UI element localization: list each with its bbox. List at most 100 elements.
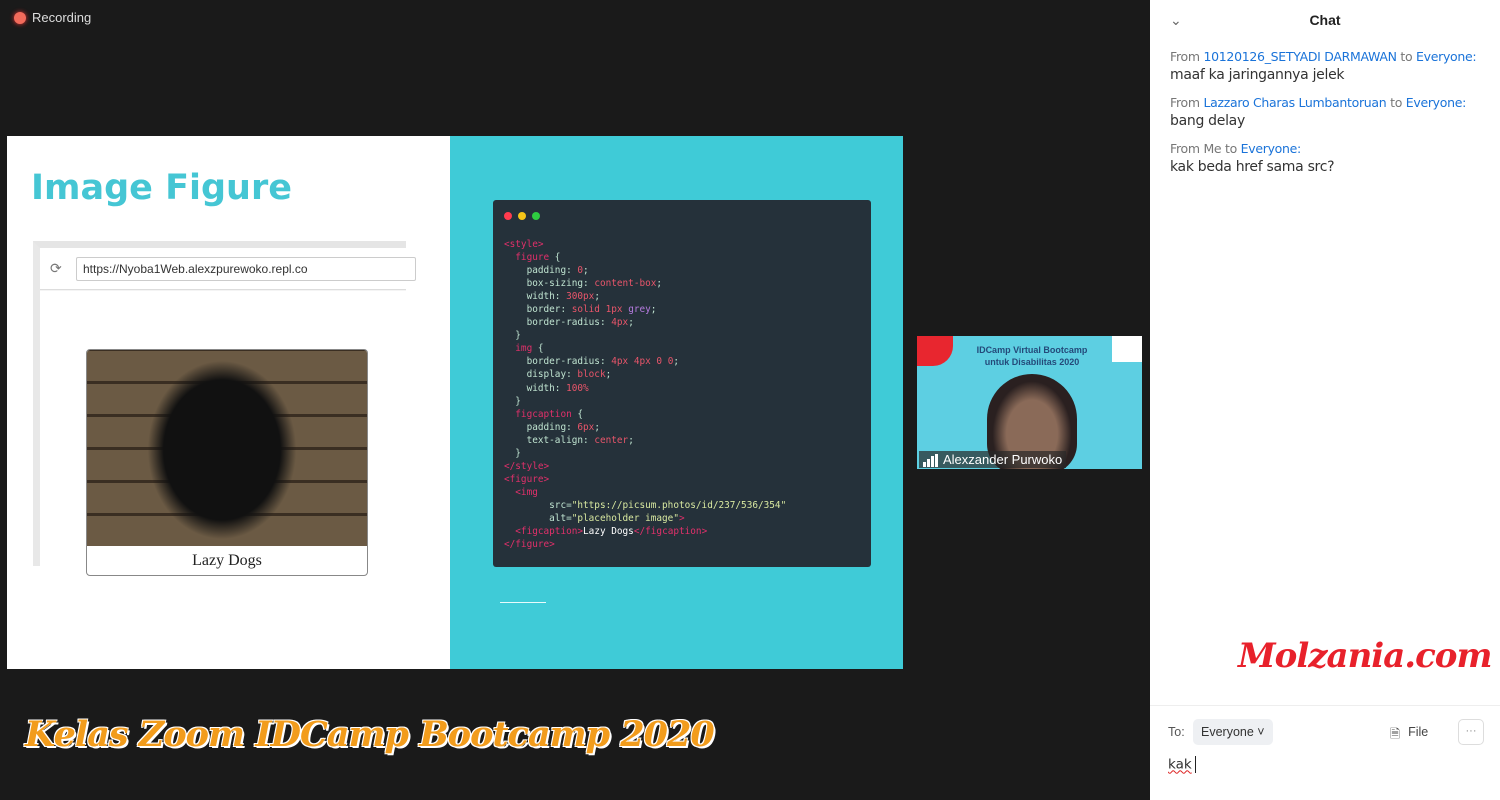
video-overlay-box [1112, 336, 1142, 362]
url-field: https://Nyoba1Web.alexzpurewoko.repl.co [76, 257, 416, 281]
idcamp-logo [917, 336, 953, 366]
chat-compose: To: Everyone ˅ 🗎 File ··· kak [1150, 705, 1500, 800]
chat-message: From Lazzaro Charas Lumbantoruan to Ever… [1150, 95, 1500, 129]
chat-header: ⌄ Chat [1150, 0, 1500, 40]
code-token: { [549, 252, 561, 264]
code-token: <figure> [504, 473, 550, 485]
code-token: center [594, 434, 629, 446]
chat-message: From Me to Everyone: kak beda href sama s… [1150, 141, 1500, 175]
code-token: figcaption [504, 408, 572, 420]
chat-message: From 10120126_SETYADI DARMAWAN to Everyo… [1150, 49, 1500, 83]
message-header: From Me to Everyone: [1170, 141, 1480, 156]
code-token: <img [504, 486, 538, 498]
banner-line-2: untuk Disabilitas 2020 [984, 357, 1080, 367]
code-line: figure { [504, 251, 786, 264]
code-token: <style> [504, 239, 544, 250]
code-token: ; [605, 369, 612, 381]
code-token: figure [504, 252, 550, 264]
browser-mockup: ⟳ https://Nyoba1Web.alexzpurewoko.repl.c… [33, 241, 416, 576]
code-line: <figcaption>Lazy Dogs</figcaption> [504, 525, 786, 538]
to-word: to [1390, 95, 1403, 110]
code-token: } [504, 330, 521, 342]
reload-icon: ⟳ [50, 260, 62, 276]
maximize-dot-icon [532, 212, 540, 220]
code-token: alt= [504, 512, 572, 524]
code-line: <img [504, 486, 786, 499]
code-token: ; [583, 265, 589, 277]
code-line: text-align: center; [504, 434, 786, 447]
to-word: to [1400, 49, 1413, 64]
code-token: ; [673, 356, 679, 368]
signal-strength-icon [923, 454, 938, 467]
code-token: 6px [577, 421, 595, 433]
code-line: padding: 0; [504, 264, 786, 277]
code-line: <figure> [504, 473, 786, 486]
code-token: </style> [504, 460, 550, 472]
code-line: alt="placeholder image"> [504, 512, 786, 525]
watermark-caption: Kelas Zoom IDCamp Bootcamp 2020 [25, 714, 715, 755]
code-token: solid 1px [571, 304, 629, 316]
code-token: padding: [504, 265, 578, 277]
sender-name[interactable]: Lazzaro Charas Lumbantoruan [1203, 95, 1386, 110]
code-token: 4px [611, 317, 629, 329]
code-line: padding: 6px; [504, 421, 786, 434]
recording-dot-icon [14, 11, 26, 24]
code-line: figcaption { [504, 408, 786, 421]
code-token: img [504, 343, 533, 355]
code-token: src= [504, 499, 572, 511]
code-line: } [504, 395, 786, 408]
more-options-button[interactable]: ··· [1458, 719, 1484, 745]
recipient-name: Everyone: [1240, 141, 1302, 156]
browser-bar: ⟳ https://Nyoba1Web.alexzpurewoko.repl.c… [40, 248, 416, 290]
code-token: border-radius: [504, 356, 612, 368]
message-header: From 10120126_SETYADI DARMAWAN to Everyo… [1170, 49, 1480, 64]
code-token: grey [628, 304, 651, 316]
code-line: box-sizing: content-box; [504, 277, 786, 290]
from-prefix: From [1170, 95, 1200, 110]
code-token: } [504, 447, 521, 459]
chevron-down-icon: ˅ [1257, 725, 1265, 739]
recipient-select[interactable]: Everyone ˅ [1193, 719, 1273, 745]
participant-video[interactable]: IDCamp Virtual Bootcamp untuk Disabilita… [917, 336, 1142, 469]
chat-title: Chat [1309, 12, 1341, 28]
code-token: <figcaption> [504, 526, 584, 538]
to-word: to [1225, 141, 1237, 156]
code-window: <style> figure { padding: 0; box-sizing:… [493, 200, 871, 567]
code-line: </figure> [504, 538, 786, 551]
message-text: kak beda href sama src? [1170, 159, 1335, 175]
sender-name[interactable]: 10120126_SETYADI DARMAWAN [1203, 49, 1397, 64]
code-line: border-radius: 4px; [504, 316, 786, 329]
participant-name-tag: Alexzander Purwoko [919, 451, 1067, 468]
code-token: ; [656, 278, 663, 290]
code-line: display: block; [504, 368, 786, 381]
code-token: "placeholder image" [571, 512, 679, 524]
participant-name: Alexzander Purwoko [943, 452, 1063, 467]
code-token: ; [628, 317, 634, 329]
code-token: width: [504, 382, 567, 394]
figure-example: Lazy Dogs [86, 349, 368, 576]
code-line: img { [504, 342, 786, 355]
code-token: block [577, 369, 606, 381]
file-button[interactable]: 🗎 File [1390, 725, 1428, 746]
file-label: File [1408, 725, 1429, 739]
shared-screen-slide: Image Figure ⟳ https://Nyoba1Web.alexzpu… [7, 136, 903, 669]
recipient-name: Everyone: [1416, 49, 1477, 64]
code-token: border: [504, 304, 572, 316]
recording-indicator: Recording [14, 10, 91, 25]
code-line: border-radius: 4px 4px 0 0; [504, 355, 786, 368]
chat-input[interactable]: kak [1168, 756, 1478, 773]
recipient-value: Everyone [1201, 725, 1254, 739]
code-token: > [678, 512, 685, 524]
code-line: src="https://picsum.photos/id/237/536/35… [504, 499, 786, 512]
message-text: bang delay [1170, 113, 1245, 129]
code-line: border: solid 1px grey; [504, 303, 786, 316]
code-line: width: 100% [504, 382, 786, 395]
code-token: ; [594, 421, 600, 433]
dog-image [87, 350, 367, 546]
collapse-chevron-icon[interactable]: ⌄ [1170, 0, 1182, 40]
figure-caption: Lazy Dogs [192, 552, 262, 569]
code-token: </figure> [504, 539, 555, 551]
to-label: To: [1168, 725, 1185, 739]
code-token: width: [504, 291, 567, 303]
code-line: </style> [504, 460, 786, 473]
